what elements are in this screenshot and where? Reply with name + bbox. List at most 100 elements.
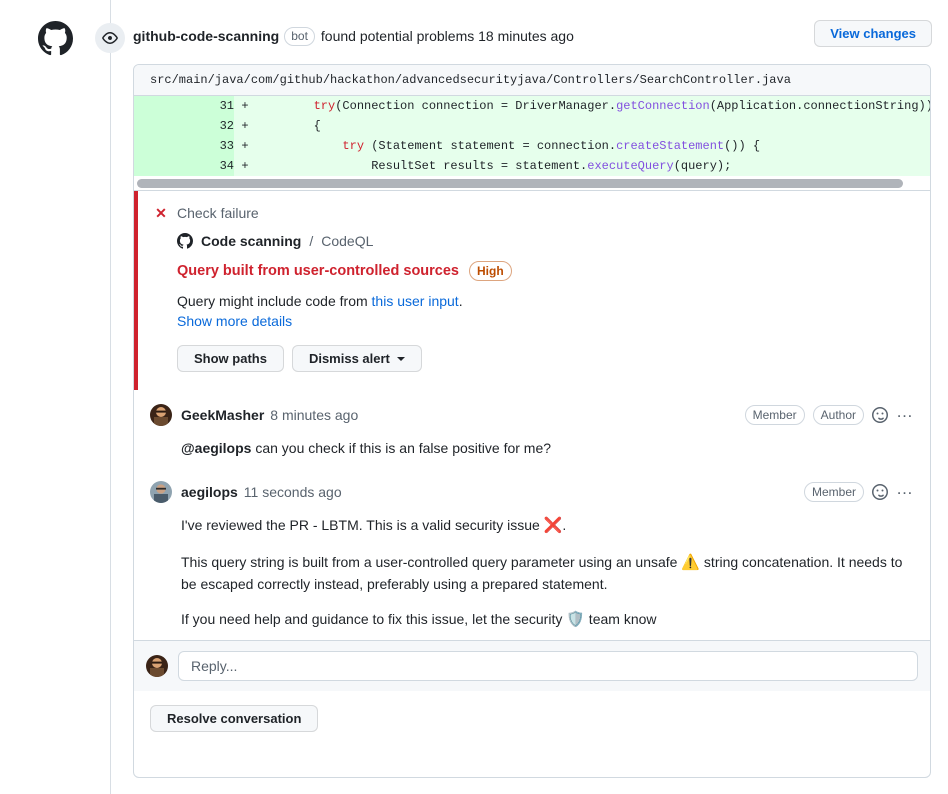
comment-header-actions: Member Author … bbox=[744, 403, 914, 425]
comment-header: GeekMasher 8 minutes ago Member Author… bbox=[150, 403, 914, 426]
actor-name[interactable]: github-code-scanning bbox=[133, 28, 279, 44]
code-text: ()) { bbox=[724, 139, 761, 153]
code-text: { bbox=[256, 119, 321, 133]
dismiss-alert-button[interactable]: Dismiss alert bbox=[291, 345, 422, 372]
alert-title-row: Query built from user-controlled sources… bbox=[177, 261, 914, 281]
github-logo-avatar[interactable] bbox=[38, 21, 73, 56]
code-scanning-row: Code scanning / CodeQL bbox=[177, 233, 914, 249]
alert-title: Query built from user-controlled sources bbox=[177, 263, 459, 279]
emoji: 🛡️ bbox=[566, 611, 585, 628]
show-more-details-link[interactable]: Show more details bbox=[177, 313, 914, 329]
show-paths-button[interactable]: Show paths bbox=[177, 345, 284, 372]
comment-body: I've reviewed the PR - LBTM. This is a v… bbox=[181, 515, 914, 632]
resolve-conversation-button[interactable]: Resolve conversation bbox=[150, 704, 319, 732]
comment-author[interactable]: aegilops bbox=[181, 484, 238, 500]
check-status-label: Check failure bbox=[177, 205, 259, 221]
diff-line: 33 + try (Statement statement = connectio… bbox=[134, 136, 930, 156]
alert-description-suffix: . bbox=[458, 293, 463, 309]
code-function: getConnection bbox=[616, 99, 710, 113]
scan-engine-name: CodeQL bbox=[321, 233, 374, 249]
diff-table: 31 + try(Connection connection = DriverMa… bbox=[134, 96, 930, 176]
diff-line-code: try(Connection connection = DriverManage… bbox=[256, 96, 930, 116]
annotation-thread-box: src/main/java/com/github/hackathon/advan… bbox=[133, 64, 931, 778]
scan-tool-name: Code scanning bbox=[201, 233, 302, 249]
check-failure-annotation: ✕ Check failure Code scanning / CodeQL Q… bbox=[134, 191, 930, 390]
diff-body: 31 + try(Connection connection = DriverMa… bbox=[134, 96, 930, 176]
github-logo-icon bbox=[38, 21, 73, 56]
role-badge-member: Member bbox=[744, 405, 805, 425]
bot-badge: bot bbox=[284, 26, 315, 46]
comment-paragraph: I've reviewed the PR - LBTM. This is a v… bbox=[181, 515, 914, 538]
scrollbar-thumb[interactable] bbox=[137, 179, 904, 188]
text: This query string is built from a user-c… bbox=[181, 553, 682, 570]
github-mark-icon bbox=[177, 233, 193, 249]
text: I've reviewed the PR - LBTM. This is a v… bbox=[181, 517, 544, 533]
reply-avatar bbox=[146, 654, 168, 677]
geekmasher-avatar-icon bbox=[146, 654, 168, 677]
diff-line-marker: + bbox=[234, 116, 256, 136]
diff-line-marker: + bbox=[234, 136, 256, 156]
kebab-horizontal-icon[interactable]: … bbox=[896, 403, 914, 423]
comment-body: @aegilops can you check if this is an fa… bbox=[181, 438, 914, 459]
diff-horizontal-scrollbar[interactable] bbox=[134, 176, 930, 191]
diff-line-number: 34 bbox=[134, 156, 234, 176]
comment: aegilops 11 seconds ago Member … I've review… bbox=[134, 467, 930, 640]
watch-eye-badge bbox=[95, 23, 125, 53]
diff-line-number: 33 bbox=[134, 136, 234, 156]
code-keyword: try bbox=[313, 99, 336, 113]
code-text: (query); bbox=[673, 159, 732, 173]
diff-line-code: try (Statement statement = connection.cr… bbox=[256, 136, 930, 156]
x-icon: ✕ bbox=[155, 205, 167, 221]
diff-line: 34 + ResultSet results = statement.execut… bbox=[134, 156, 930, 176]
comment-timestamp: 11 seconds ago bbox=[243, 484, 342, 500]
user-input-link[interactable]: this user input bbox=[372, 293, 459, 309]
role-badge-member: Member bbox=[803, 482, 864, 502]
code-text: (Application.connectionString)) bbox=[709, 99, 930, 113]
code-text: (Statement statement = connection. bbox=[364, 139, 617, 153]
timeline-rail bbox=[110, 0, 111, 794]
emoji: ⚠️ bbox=[681, 553, 701, 571]
diff-scroll-region[interactable]: 31 + try(Connection connection = DriverMa… bbox=[134, 96, 930, 176]
role-badge-author: Author bbox=[812, 405, 864, 425]
eye-icon bbox=[102, 32, 118, 44]
comment-avatar[interactable] bbox=[150, 481, 172, 503]
reply-input[interactable] bbox=[178, 650, 918, 681]
smiley-icon[interactable] bbox=[872, 484, 888, 500]
diff-line-marker: + bbox=[234, 96, 256, 116]
comment: GeekMasher 8 minutes ago Member Author … @aeg… bbox=[134, 390, 930, 467]
diff-line: 31 + try(Connection connection = DriverMa… bbox=[134, 96, 930, 116]
smiley-icon[interactable] bbox=[872, 407, 888, 423]
diff-file-path: src/main/java/com/github/hackathon/advan… bbox=[134, 65, 930, 96]
comment-header-actions: Member … bbox=[803, 480, 914, 502]
thread-header: github-code-scanning bot found potential… bbox=[133, 20, 932, 52]
aegilops-avatar-icon bbox=[150, 481, 172, 503]
severity-badge: High bbox=[469, 261, 512, 281]
comment-header: aegilops 11 seconds ago Member … bbox=[150, 480, 914, 503]
reply-bar bbox=[134, 639, 930, 691]
kebab-horizontal-icon[interactable]: … bbox=[896, 480, 914, 500]
comment-avatar[interactable] bbox=[150, 404, 172, 426]
alert-action-buttons: Show paths Dismiss alert bbox=[177, 345, 914, 372]
show-paths-label: Show paths bbox=[194, 351, 267, 366]
chevron-down-icon bbox=[396, 356, 405, 361]
user-mention: @aegilops bbox=[181, 440, 252, 456]
view-changes-button[interactable]: View changes bbox=[814, 20, 932, 47]
comment-author[interactable]: GeekMasher bbox=[181, 407, 264, 423]
code-function: executeQuery bbox=[587, 159, 674, 173]
emoji: ❌ bbox=[543, 517, 563, 534]
check-status-row: ✕ Check failure bbox=[154, 205, 914, 221]
comment-paragraph: If you need help and guidance to fix thi… bbox=[181, 609, 914, 632]
scan-separator: / bbox=[309, 233, 314, 249]
text: can you check if this is an false positi… bbox=[251, 440, 552, 456]
diff-line-code: ResultSet results = statement.executeQue… bbox=[256, 156, 930, 176]
pr-conversation-thread: github-code-scanning bot found potential… bbox=[0, 0, 948, 794]
header-action-text: found potential problems 18 minutes ago bbox=[320, 28, 574, 44]
alert-description: Query might include code from this user … bbox=[177, 293, 914, 309]
code-text: ResultSet results = statement. bbox=[256, 159, 588, 173]
resolve-bar: Resolve conversation bbox=[134, 690, 930, 748]
diff-line: 32 + { bbox=[134, 116, 930, 136]
alert-description-prefix: Query might include code from bbox=[177, 293, 372, 309]
resolve-conversation-label: Resolve conversation bbox=[167, 710, 302, 726]
